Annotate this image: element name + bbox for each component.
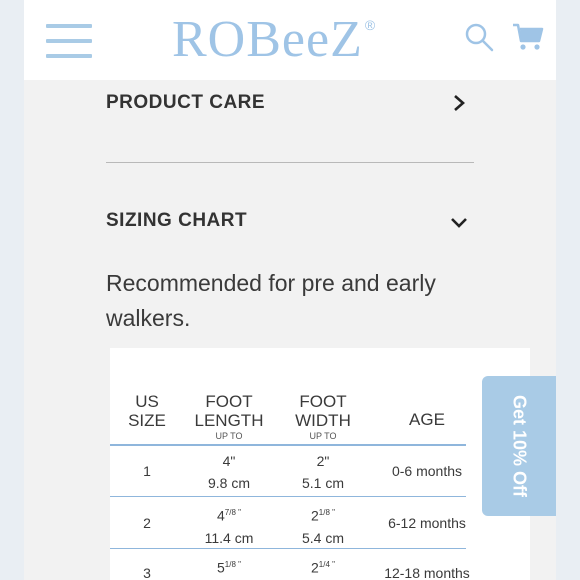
search-icon[interactable] (464, 22, 494, 52)
header-foot-length-line2: LENGTH (194, 411, 264, 430)
brand-logo[interactable]: ROBeeZ ® (172, 12, 376, 68)
sizing-table: US SIZE FOOT LENGTH UP TO FOOT WIDTH UP … (110, 348, 530, 580)
row2-width: 21/8 " 5.4 cm (278, 502, 368, 549)
header-foot-width-sub: UP TO (309, 431, 337, 441)
header-foot-length-sub: UP TO (215, 431, 243, 441)
row2-length-frac: 7/8 " (224, 508, 241, 517)
right-edge-blur (556, 0, 580, 580)
hamburger-icon[interactable] (46, 24, 92, 58)
row3-size: 3 (143, 565, 151, 580)
product-details-panel: PRODUCT CARE SIZING CHART Recommended fo… (62, 80, 530, 580)
sizing-chart-heading[interactable]: SIZING CHART (106, 210, 247, 232)
row3-width-frac: 1/4 " (318, 560, 335, 569)
row-rule (110, 496, 466, 497)
sizing-description: Recommended for pre and early walkers. (106, 270, 436, 331)
row-rule (110, 548, 466, 549)
promo-label: Get 10% Off (509, 394, 530, 498)
row2-width-in: 2 (311, 507, 319, 524)
header-foot-length: FOOT LENGTH UP TO (184, 392, 274, 442)
header-foot-width: FOOT WIDTH UP TO (278, 392, 368, 442)
row1-length-cm: 9.8 cm (207, 475, 250, 491)
row2-width-cm: 5.4 cm (301, 529, 344, 546)
row3-length: 51/8 " (184, 554, 274, 579)
row2-length: 47/8 " 11.4 cm (184, 502, 274, 549)
row3-length-frac: 1/8 " (224, 560, 241, 569)
header-foot-width-line1: FOOT (299, 392, 347, 411)
row2-size: 2 (143, 515, 151, 531)
header-age: AGE (409, 410, 445, 429)
hamburger-bar (46, 39, 92, 43)
registered-mark: ® (364, 17, 377, 33)
row2-length-cm: 11.4 cm (204, 529, 254, 546)
discount-promo-tab[interactable]: Get 10% Off (482, 376, 556, 516)
site-header: ROBeeZ ® (24, 0, 556, 80)
row1-width-in: 2" (316, 453, 330, 469)
section-divider (106, 162, 474, 163)
product-care-heading[interactable]: PRODUCT CARE (106, 92, 265, 114)
row2-age: 6-12 months (388, 515, 466, 531)
header-us-size-line1: US (135, 392, 159, 411)
header-us-size-line2: SIZE (128, 411, 166, 430)
header-rule (110, 444, 466, 446)
hamburger-bar (46, 54, 92, 58)
row3-width-in: 2 (311, 559, 319, 576)
cart-icon[interactable] (512, 22, 544, 52)
row1-width-cm: 5.1 cm (301, 475, 344, 491)
row1-length: 4" 9.8 cm (184, 450, 274, 494)
row3-width: 21/4 " (278, 554, 368, 579)
hamburger-bar (46, 24, 92, 28)
header-foot-length-line1: FOOT (205, 392, 253, 411)
row2-length-in: 4 (217, 507, 225, 524)
row1-width: 2" 5.1 cm (278, 450, 368, 494)
logo-text: ROBeeZ (172, 11, 363, 68)
chevron-right-icon[interactable] (452, 94, 466, 112)
left-edge-blur (0, 0, 24, 580)
row2-width-frac: 1/8 " (318, 508, 335, 517)
chevron-down-icon[interactable] (450, 216, 468, 230)
row3-length-in: 5 (217, 559, 225, 576)
row1-age: 0-6 months (391, 463, 463, 479)
header-foot-width-line2: WIDTH (295, 411, 351, 430)
header-us-size: US SIZE (112, 392, 182, 430)
row3-age: 12-18 months (384, 565, 470, 580)
row1-length-in: 4" (222, 453, 236, 469)
row1-size: 1 (143, 463, 151, 479)
